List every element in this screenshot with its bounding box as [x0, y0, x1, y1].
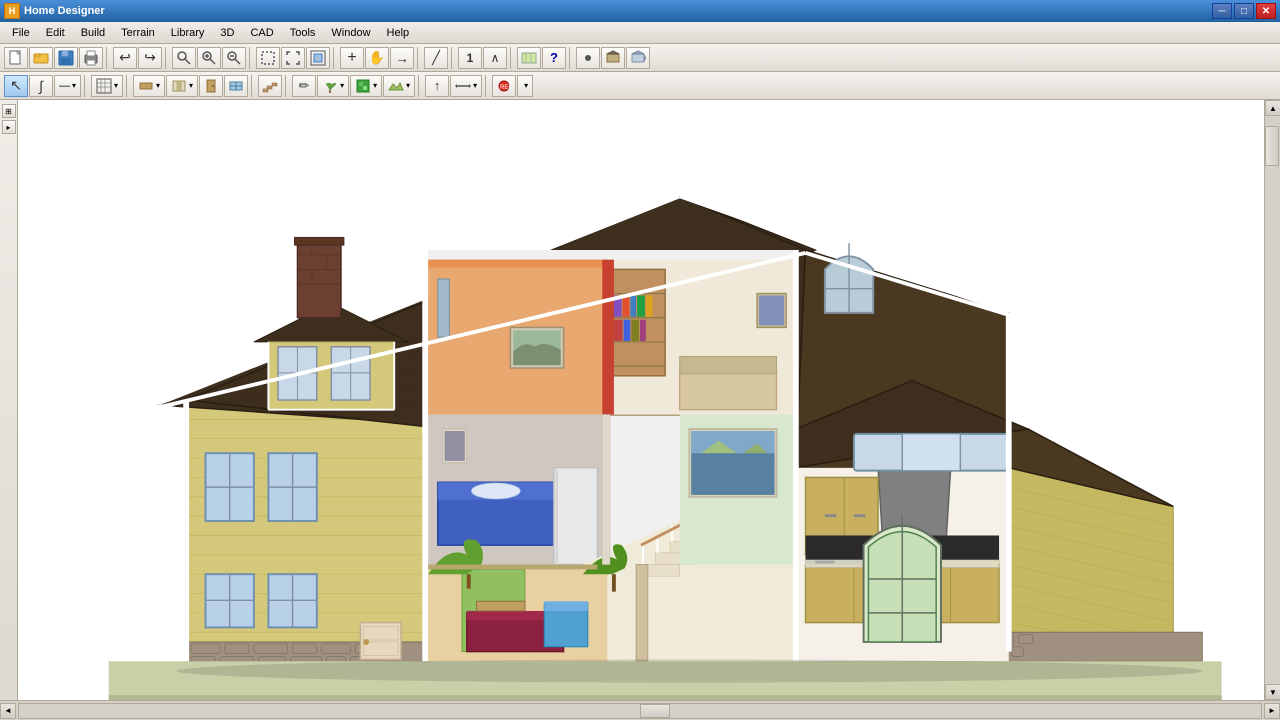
zoom-out-button[interactable] — [222, 47, 246, 69]
dimension-button[interactable]: ↑ — [425, 75, 449, 97]
line-dropdown[interactable]: —▾ — [54, 75, 81, 97]
scroll-down-button[interactable]: ▼ — [1265, 684, 1280, 700]
toolbar-main: ↩ ↪ + ✋ → ╱ 1 ∧ ? — [0, 44, 1280, 72]
door-button[interactable] — [199, 75, 223, 97]
pencil-button[interactable]: ✏ — [292, 75, 316, 97]
minimize-button[interactable]: ─ — [1212, 3, 1232, 19]
map-button[interactable] — [517, 47, 541, 69]
maximize-button[interactable]: □ — [1234, 3, 1254, 19]
cursor-tool-button[interactable]: ↖ — [4, 75, 28, 97]
h-scroll-thumb[interactable] — [640, 704, 670, 718]
title-bar: H Home Designer ─ □ ✕ — [0, 0, 1280, 22]
material-dropdown[interactable]: ▾ — [350, 75, 382, 97]
h-scroll-track[interactable] — [18, 703, 1262, 719]
menu-bar: File Edit Build Terrain Library 3D CAD T… — [0, 22, 1280, 44]
chevup-button[interactable]: ∧ — [483, 47, 507, 69]
window-controls: ─ □ ✕ — [1212, 3, 1276, 19]
canvas-area[interactable] — [18, 100, 1264, 700]
fullscreen-button[interactable] — [281, 47, 305, 69]
menu-terrain[interactable]: Terrain — [113, 25, 163, 41]
undo-button[interactable]: ↩ — [113, 47, 137, 69]
walkthrough-button[interactable] — [601, 47, 625, 69]
help-button[interactable]: ? — [542, 47, 566, 69]
number1-button[interactable]: 1 — [458, 47, 482, 69]
menu-file[interactable]: File — [4, 25, 38, 41]
menu-tools[interactable]: Tools — [282, 25, 324, 41]
scroll-up-button[interactable]: ▲ — [1265, 100, 1280, 116]
menu-cad[interactable]: CAD — [242, 25, 281, 41]
save-button[interactable] — [54, 47, 78, 69]
record-dropdown[interactable]: ▾ — [517, 75, 533, 97]
close-button[interactable]: ✕ — [1256, 3, 1276, 19]
redo-button[interactable]: ↪ — [138, 47, 162, 69]
stairs-button[interactable] — [258, 75, 282, 97]
select-rect-button[interactable] — [256, 47, 280, 69]
print-button[interactable] — [79, 47, 103, 69]
left-tool-2[interactable]: ▸ — [2, 120, 16, 134]
left-tool-1[interactable]: ⊞ — [2, 104, 16, 118]
menu-build[interactable]: Build — [73, 25, 113, 41]
left-panel: ⊞ ▸ — [0, 100, 18, 700]
search-button[interactable] — [172, 47, 196, 69]
scroll-left-button[interactable]: ◄ — [0, 703, 16, 719]
horizontal-scrollbar: ◄ ► — [0, 700, 1280, 720]
plant-dropdown[interactable]: ▾ — [317, 75, 349, 97]
house-render — [18, 100, 1264, 700]
fit-button[interactable] — [306, 47, 330, 69]
vertical-scrollbar: ▲ ▼ — [1264, 100, 1280, 700]
grid-dropdown[interactable]: ▾ — [91, 75, 123, 97]
terrain-dropdown[interactable]: ▾ — [383, 75, 415, 97]
menu-edit[interactable]: Edit — [38, 25, 73, 41]
app-title: Home Designer — [24, 5, 1212, 17]
menu-library[interactable]: Library — [163, 25, 213, 41]
wall-dropdown[interactable]: ▾ — [133, 75, 165, 97]
arrow-button[interactable]: → — [390, 47, 414, 69]
toolbar-secondary: ↖ ∫ —▾ ▾ ▾ ▾ ✏ ▾ ▾ ▾ ↑ ▾ — [0, 72, 1280, 100]
menu-3d[interactable]: 3D — [212, 25, 242, 41]
camera-3d-button[interactable] — [576, 47, 600, 69]
record-button[interactable]: REC — [492, 75, 516, 97]
zoom-in-button[interactable] — [197, 47, 221, 69]
app-icon: H — [4, 3, 20, 19]
scroll-track[interactable] — [1265, 116, 1280, 684]
open-button[interactable] — [29, 47, 53, 69]
dimension-dropdown[interactable]: ▾ — [450, 75, 482, 97]
room-dropdown[interactable]: ▾ — [166, 75, 198, 97]
curve-tool-button[interactable]: ∫ — [29, 75, 53, 97]
line-tool-button[interactable]: ╱ — [424, 47, 448, 69]
svg-text:REC: REC — [500, 85, 512, 91]
pan-button[interactable]: ✋ — [365, 47, 389, 69]
scroll-thumb[interactable] — [1265, 126, 1279, 166]
main-area: ⊞ ▸ — [0, 100, 1280, 700]
menu-window[interactable]: Window — [323, 25, 378, 41]
doll-view-button[interactable] — [626, 47, 650, 69]
window-button[interactable] — [224, 75, 248, 97]
new-button[interactable] — [4, 47, 28, 69]
menu-help[interactable]: Help — [379, 25, 418, 41]
add-button[interactable]: + — [340, 47, 364, 69]
scroll-right-button[interactable]: ► — [1264, 703, 1280, 719]
